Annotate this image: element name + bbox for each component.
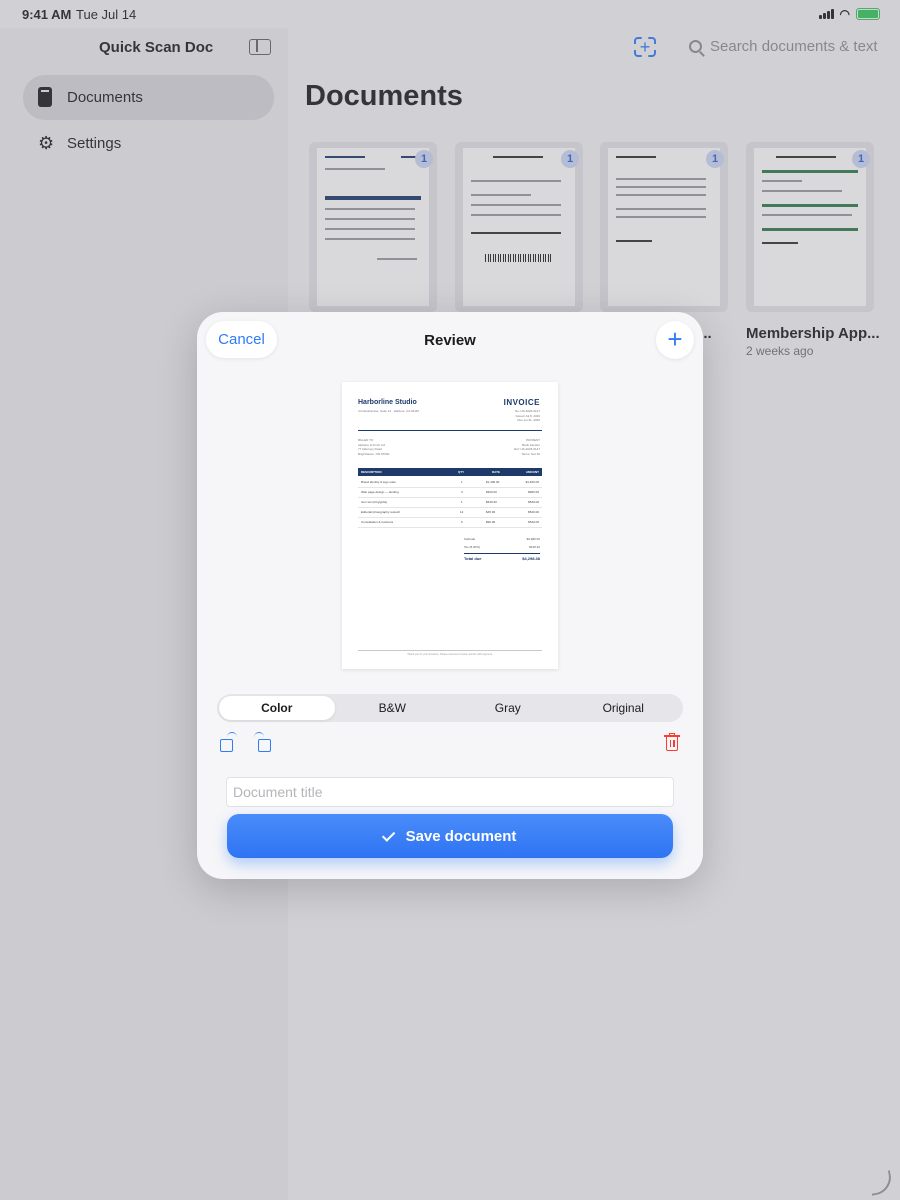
invoice-bill-to: BILLED TO Alphane & Finch Ltd 77 Alderney … bbox=[358, 438, 390, 456]
sheet-title: Review bbox=[424, 332, 476, 349]
invoice-row: Web page design — landing 3 $320.00 $960.00 bbox=[358, 488, 542, 498]
rotate-right-icon[interactable] bbox=[254, 732, 271, 752]
invoice-footer-rule bbox=[358, 650, 542, 651]
document-title-input[interactable] bbox=[226, 777, 674, 807]
invoice-company: Harborline Studio bbox=[358, 399, 417, 406]
filter-segmented-control: Color B&W Gray Original bbox=[217, 694, 683, 722]
invoice-rule bbox=[358, 430, 542, 431]
scan-preview[interactable]: Harborline Studio 4 Industrial Ave, Suit… bbox=[342, 382, 558, 669]
invoice-meta: No. HS-2026-0147 Issued Jul 8, 2026 Due Ju… bbox=[514, 409, 540, 422]
save-document-button[interactable]: Save document bbox=[227, 814, 673, 858]
review-sheet: Cancel Review + Harborline Studio 4 Indu… bbox=[197, 312, 703, 879]
invoice-row: Icon set (24 glyphs) 1 $540.00 $540.00 bbox=[358, 498, 542, 508]
invoice-totals: Subtotal $3,980.00 Tax (8.00%) $318.40 Tot… bbox=[464, 537, 540, 561]
invoice-row: Consultation & revisions 6 $90.00 $540.00 bbox=[358, 518, 542, 528]
invoice-address: 4 Industrial Ave, Suite 12 · Harbour, CA… bbox=[358, 409, 420, 413]
invoice-row: Editorial photography retouch 12 $45.00 $54… bbox=[358, 508, 542, 518]
filter-color[interactable]: Color bbox=[219, 696, 335, 720]
invoice-payment: PAYMENT Bank transfer Ref: HS-2026-0147 Ter… bbox=[514, 438, 540, 456]
filter-gray[interactable]: Gray bbox=[450, 696, 566, 720]
add-page-button[interactable]: + bbox=[656, 321, 694, 359]
plus-icon: + bbox=[667, 324, 683, 354]
invoice-footer: Thank you for your business. Please refe… bbox=[407, 653, 493, 656]
save-document-label: Save document bbox=[405, 827, 517, 845]
invoice-row: Brand identity & logo suite 1 $1,400.00 $1,… bbox=[358, 478, 542, 488]
invoice-table-header: DESCRIPTION QTY RATE AMOUNT bbox=[358, 468, 542, 476]
trash-icon[interactable] bbox=[664, 733, 680, 752]
filter-original[interactable]: Original bbox=[566, 696, 682, 720]
filter-bw[interactable]: B&W bbox=[335, 696, 451, 720]
rotate-left-icon[interactable] bbox=[220, 732, 237, 752]
invoice-title: INVOICE bbox=[503, 398, 540, 407]
checkmark-icon bbox=[381, 827, 395, 842]
